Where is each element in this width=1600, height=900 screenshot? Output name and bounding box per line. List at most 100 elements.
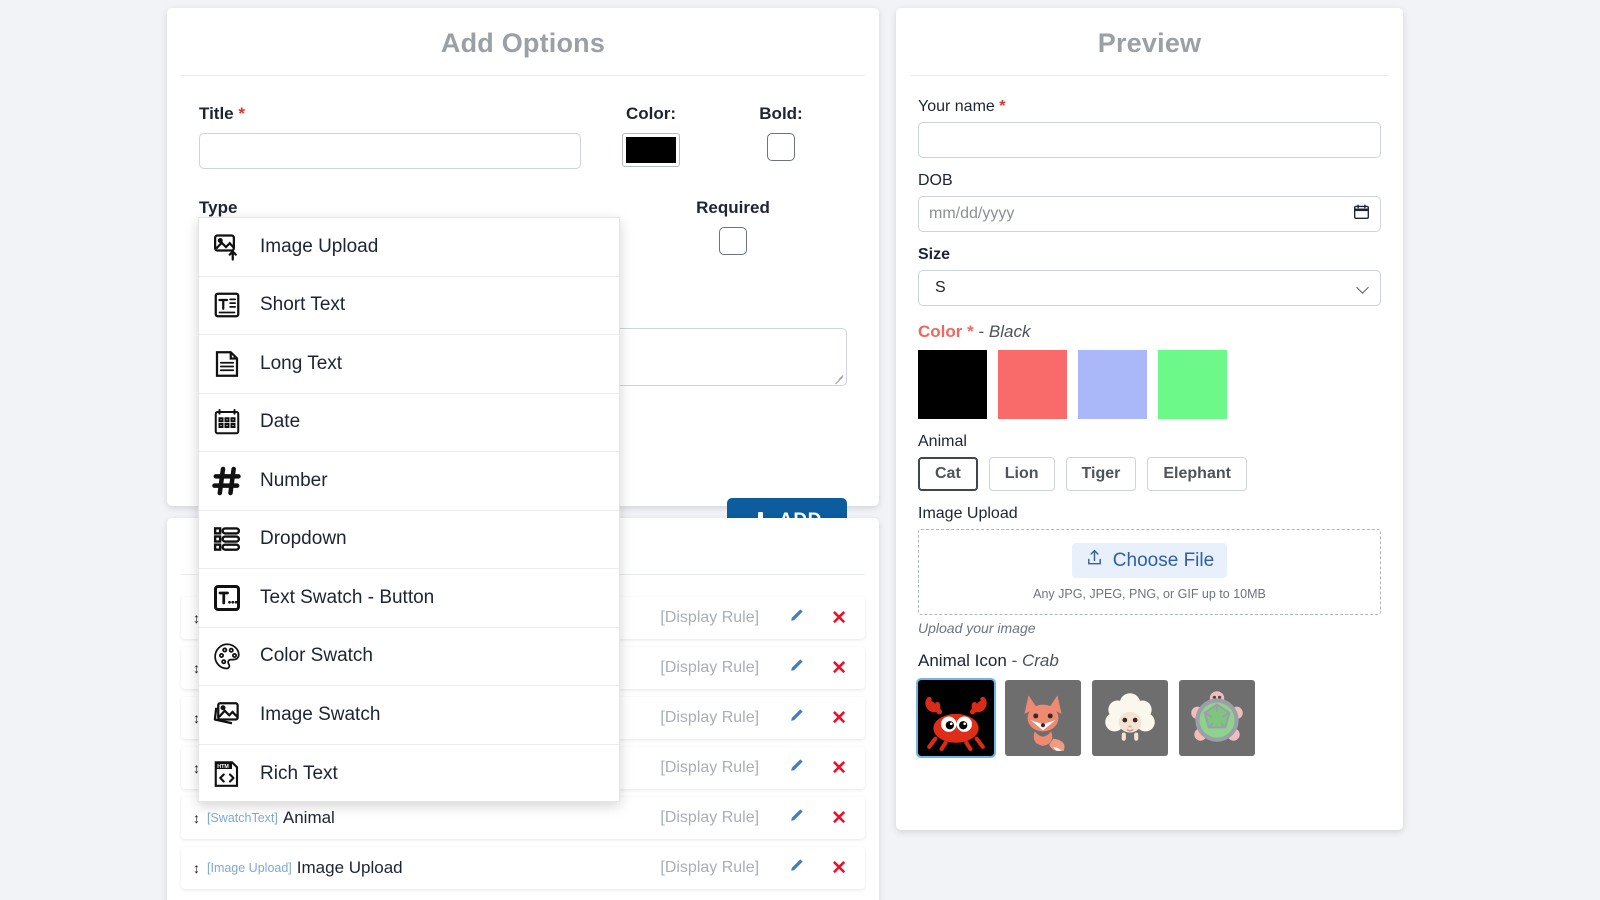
close-x-icon[interactable]: ✕ <box>831 857 847 880</box>
image-dropzone[interactable]: Choose File Any JPG, JPEG, PNG, or GIF u… <box>918 529 1381 615</box>
dropdown-option-label: Date <box>260 411 301 433</box>
dropdown-option-number[interactable]: Number <box>199 452 619 511</box>
calendar-icon[interactable] <box>1353 203 1370 225</box>
color-picker-swatch[interactable] <box>622 133 680 167</box>
dropdown-option-dropdown[interactable]: Dropdown <box>199 511 619 569</box>
calendar-icon <box>207 402 247 442</box>
title-field-group: Title * <box>199 104 581 169</box>
display-rule-link[interactable]: [Display Rule] <box>660 809 759 827</box>
dropdown-option-color-swatch[interactable]: Color Swatch <box>199 628 619 686</box>
color-selected-value: Black <box>988 322 1031 341</box>
palette-icon <box>207 636 247 676</box>
dob-input[interactable]: mm/dd/yyyy <box>918 196 1381 232</box>
animal-icon-sheep[interactable] <box>1092 680 1168 756</box>
pencil-icon[interactable] <box>787 707 805 730</box>
dropdown-option-label: Long Text <box>260 352 343 374</box>
pencil-icon[interactable] <box>787 657 805 680</box>
preview-card: Preview Your name * DOB mm/dd/yyyy Size … <box>896 8 1403 830</box>
crab-icon <box>925 696 987 751</box>
drag-handle-icon[interactable]: ↕ <box>193 811 200 825</box>
image-upload-icon <box>207 227 247 267</box>
size-label: Size <box>918 246 951 263</box>
display-rule-link[interactable]: [Display Rule] <box>660 859 759 877</box>
display-rule-link[interactable]: [Display Rule] <box>660 709 759 727</box>
color-swatch-black[interactable] <box>918 350 987 419</box>
dob-placeholder: mm/dd/yyyy <box>929 205 1015 222</box>
close-x-icon[interactable]: ✕ <box>831 757 847 780</box>
svg-text:HTM: HTM <box>217 764 229 770</box>
dropzone-hint: Any JPG, JPEG, PNG, or GIF up to 10MB <box>1033 587 1266 601</box>
dropdown-option-short-text[interactable]: Short Text <box>199 277 619 335</box>
dash: - <box>978 322 985 341</box>
required-field-group: Required <box>619 198 847 260</box>
required-checkbox[interactable] <box>719 227 747 255</box>
animal-option-elephant[interactable]: Elephant <box>1147 457 1247 491</box>
dropdown-option-long-text[interactable]: Long Text <box>199 335 619 394</box>
name-required-asterisk: * <box>999 98 1006 115</box>
add-options-title: Add Options <box>440 28 606 58</box>
color-field-group: Color: <box>581 104 721 172</box>
animal-option-lion[interactable]: Lion <box>988 457 1055 491</box>
dropdown-option-text-swatch-button[interactable]: Text Swatch - Button <box>199 569 619 628</box>
animal-option-cat[interactable]: Cat <box>918 457 978 491</box>
choose-file-button[interactable]: Choose File <box>1071 543 1228 578</box>
close-x-icon[interactable]: ✕ <box>831 807 847 830</box>
color-swatch-green[interactable] <box>1158 350 1227 419</box>
turtle-icon <box>1191 691 1243 742</box>
animal-icon-turtle[interactable] <box>1179 680 1255 756</box>
html-code-icon: HTM <box>207 754 247 794</box>
bold-checkbox[interactable] <box>767 133 795 161</box>
drag-handle-icon[interactable]: ↕ <box>193 861 200 875</box>
pencil-icon[interactable] <box>787 807 805 830</box>
animal-icon-crab[interactable] <box>916 678 996 758</box>
sheep-icon <box>1105 693 1155 741</box>
title-color-bold-row: Title * Color: Bold: <box>199 104 847 172</box>
chevron-down-icon <box>1356 281 1369 294</box>
display-rule-link[interactable]: [Display Rule] <box>660 659 759 677</box>
animal-option-tiger[interactable]: Tiger <box>1065 457 1137 491</box>
close-x-icon[interactable]: ✕ <box>831 657 847 680</box>
pencil-icon[interactable] <box>787 857 805 880</box>
long-text-icon <box>207 344 247 384</box>
dob-label: DOB <box>918 172 953 189</box>
preview-title: Preview <box>1097 28 1202 58</box>
app-root: Add Options Title * Color: Bold: Type Re… <box>0 0 1600 900</box>
option-name: Animal <box>282 808 335 827</box>
title-input[interactable] <box>199 133 581 169</box>
bold-label: Bold: <box>759 104 803 123</box>
color-preview <box>626 137 676 163</box>
dropdown-option-rich-text[interactable]: HTM Rich Text <box>199 745 619 802</box>
size-select[interactable]: S <box>918 270 1381 306</box>
pencil-icon[interactable] <box>787 607 805 630</box>
close-x-icon[interactable]: ✕ <box>831 707 847 730</box>
dropdown-option-image-swatch[interactable]: Image Swatch <box>199 686 619 745</box>
color-swatch-red[interactable] <box>998 350 1067 419</box>
size-select-value: S <box>935 279 946 296</box>
animal-icon-fox[interactable] <box>1005 680 1081 756</box>
required-label: Required <box>696 198 770 217</box>
choose-file-label: Choose File <box>1112 549 1215 571</box>
animal-icon-selected-value: Crab <box>1021 651 1059 670</box>
display-rule-link[interactable]: [Display Rule] <box>660 759 759 777</box>
color-swatch-blue[interactable] <box>1078 350 1147 419</box>
type-label: Type <box>199 198 238 217</box>
display-rule-link[interactable]: [Display Rule] <box>660 609 759 627</box>
table-row[interactable]: ↕ [SwatchText] Animal [Display Rule] ✕ <box>181 797 865 839</box>
image-stack-icon <box>207 695 247 735</box>
close-x-icon[interactable]: ✕ <box>831 607 847 630</box>
title-required-asterisk: * <box>238 104 245 123</box>
table-row[interactable]: ↕ [Image Upload] Image Upload [Display R… <box>181 847 865 889</box>
your-name-input[interactable] <box>918 122 1381 158</box>
short-text-icon <box>207 285 247 325</box>
resize-grip-icon[interactable] <box>833 372 844 385</box>
type-dropdown-menu[interactable]: Image Upload Short Text Long Text Date N… <box>198 217 620 802</box>
animal-icon-group <box>916 678 1381 758</box>
pencil-icon[interactable] <box>787 757 805 780</box>
fox-icon <box>1024 695 1065 751</box>
option-type-tag: [Image Upload] <box>207 861 292 875</box>
text-swatch-icon <box>207 578 247 618</box>
dropdown-option-date[interactable]: Date <box>199 394 619 452</box>
animal-group-label: Animal <box>918 433 967 450</box>
dropdown-option-image-upload[interactable]: Image Upload <box>199 218 619 277</box>
animal-icon-group-label: Animal Icon - Crab <box>918 651 1381 671</box>
